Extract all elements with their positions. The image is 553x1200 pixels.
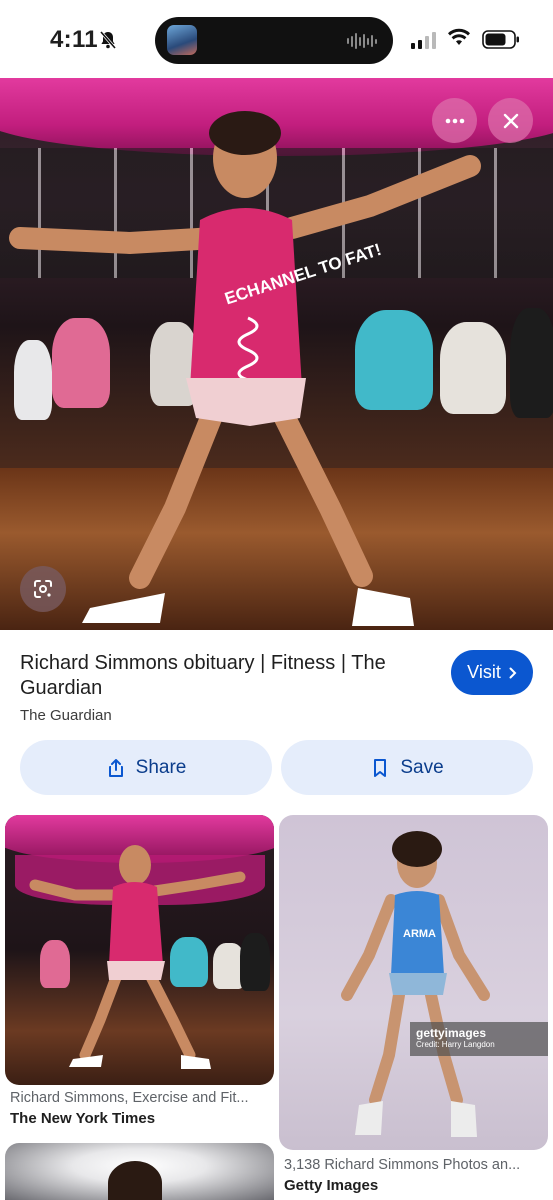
- status-bar: 4:11: [0, 0, 553, 78]
- bell-muted-icon: [99, 31, 117, 49]
- hero-image[interactable]: ECHANNEL TO FAT!: [0, 78, 553, 630]
- status-time: 4:11: [50, 26, 98, 53]
- lens-icon: [34, 580, 52, 598]
- watermark-brand: gettyimages: [416, 1026, 487, 1040]
- close-button[interactable]: [488, 98, 533, 143]
- tank-text: ARMA: [403, 928, 436, 940]
- cellular-signal-icon: [411, 29, 436, 49]
- person-head: [108, 1161, 162, 1200]
- getty-watermark: gettyimages Credit: Harry Langdon: [410, 1022, 548, 1056]
- result-thumbnail[interactable]: [5, 1143, 274, 1200]
- card-caption[interactable]: 3,138 Richard Simmons Photos an...: [284, 1157, 544, 1173]
- main-figure: [29, 845, 246, 1069]
- audio-waveform-icon: [347, 31, 377, 51]
- card-caption[interactable]: Richard Simmons, Exercise and Fit...: [10, 1090, 272, 1106]
- bookmark-icon: [374, 758, 387, 777]
- lens-search-button[interactable]: [20, 566, 66, 612]
- now-playing-thumbnail: [167, 25, 197, 55]
- share-button[interactable]: Share: [20, 740, 272, 795]
- main-figure: ECHANNEL TO FAT!: [9, 111, 481, 626]
- save-button[interactable]: Save: [281, 740, 533, 795]
- dynamic-island[interactable]: [155, 17, 393, 64]
- close-icon: [503, 113, 518, 128]
- result-thumbnail[interactable]: ARMA gettyimages Credit: Harry Langdon: [279, 815, 548, 1150]
- main-figure: ARMA: [341, 831, 490, 1137]
- result-title[interactable]: Richard Simmons obituary | Fitness | The…: [20, 651, 420, 701]
- share-icon: [108, 758, 123, 777]
- card-source: Getty Images: [284, 1177, 379, 1194]
- chevron-right-icon: [509, 667, 517, 678]
- share-label: Share: [135, 756, 187, 778]
- more-options-button[interactable]: [432, 98, 477, 143]
- visit-label: Visit: [467, 662, 501, 682]
- more-horiz-icon: [445, 118, 464, 123]
- wifi-icon: [448, 28, 470, 45]
- watermark-credit: Credit: Harry Langdon: [416, 1040, 495, 1049]
- visit-button[interactable]: Visit: [451, 650, 533, 695]
- result-thumbnail[interactable]: [5, 815, 274, 1085]
- battery-icon: [482, 30, 519, 49]
- card-source: The New York Times: [10, 1110, 156, 1127]
- save-label: Save: [400, 756, 444, 778]
- result-source: The Guardian: [20, 707, 112, 724]
